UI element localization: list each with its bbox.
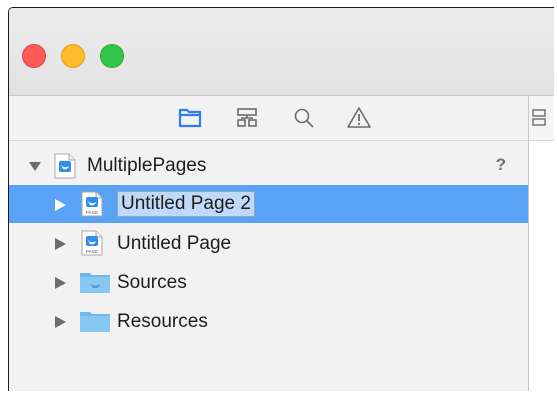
xcode-window: MultiplePages ? PAGE Untitled Page 2 PAG… bbox=[8, 7, 554, 391]
disclosure-expanded-icon[interactable] bbox=[28, 159, 42, 173]
tree-item-sources[interactable]: Sources bbox=[9, 263, 528, 301]
tree-item-label: Resources bbox=[117, 311, 208, 332]
tree-item-untitled-page-2[interactable]: PAGE Untitled Page 2 bbox=[9, 185, 528, 223]
swift-playground-icon bbox=[54, 153, 76, 179]
svg-text:PAGE: PAGE bbox=[86, 249, 98, 254]
tree-root-label: MultiplePages bbox=[87, 155, 207, 176]
navigator-toolbar bbox=[9, 96, 528, 141]
swift-page-icon: PAGE bbox=[81, 230, 103, 256]
tree-item-untitled-page[interactable]: PAGE Untitled Page bbox=[9, 224, 528, 262]
folder-icon bbox=[80, 312, 110, 332]
minimize-button[interactable] bbox=[61, 44, 85, 68]
disclosure-collapsed-icon[interactable] bbox=[53, 198, 67, 212]
close-button[interactable] bbox=[22, 44, 46, 68]
disclosure-collapsed-icon[interactable] bbox=[53, 315, 67, 329]
editor-pane bbox=[529, 96, 554, 391]
rename-field[interactable]: Untitled Page 2 bbox=[117, 191, 255, 217]
zoom-button[interactable] bbox=[100, 44, 124, 68]
tree-item-resources[interactable]: Resources bbox=[9, 302, 528, 340]
project-navigator: MultiplePages ? PAGE Untitled Page 2 PAG… bbox=[9, 96, 528, 391]
swift-folder-icon bbox=[80, 273, 110, 293]
status-badge: ? bbox=[495, 155, 506, 174]
disclosure-collapsed-icon[interactable] bbox=[53, 276, 67, 290]
title-bar bbox=[9, 8, 554, 96]
swift-page-icon: PAGE bbox=[81, 191, 103, 217]
related-items-icon[interactable] bbox=[531, 108, 551, 128]
tree-item-label: Sources bbox=[117, 272, 187, 293]
tree-root-row[interactable]: MultiplePages ? bbox=[9, 146, 528, 184]
folder-icon[interactable] bbox=[177, 105, 203, 131]
tree-item-label: Untitled Page bbox=[117, 233, 232, 254]
warning-icon[interactable] bbox=[346, 105, 372, 131]
editor-toolbar bbox=[529, 96, 554, 141]
hierarchy-icon[interactable] bbox=[234, 105, 260, 131]
svg-text:PAGE: PAGE bbox=[86, 210, 98, 215]
disclosure-collapsed-icon[interactable] bbox=[53, 237, 67, 251]
search-icon[interactable] bbox=[291, 105, 317, 131]
